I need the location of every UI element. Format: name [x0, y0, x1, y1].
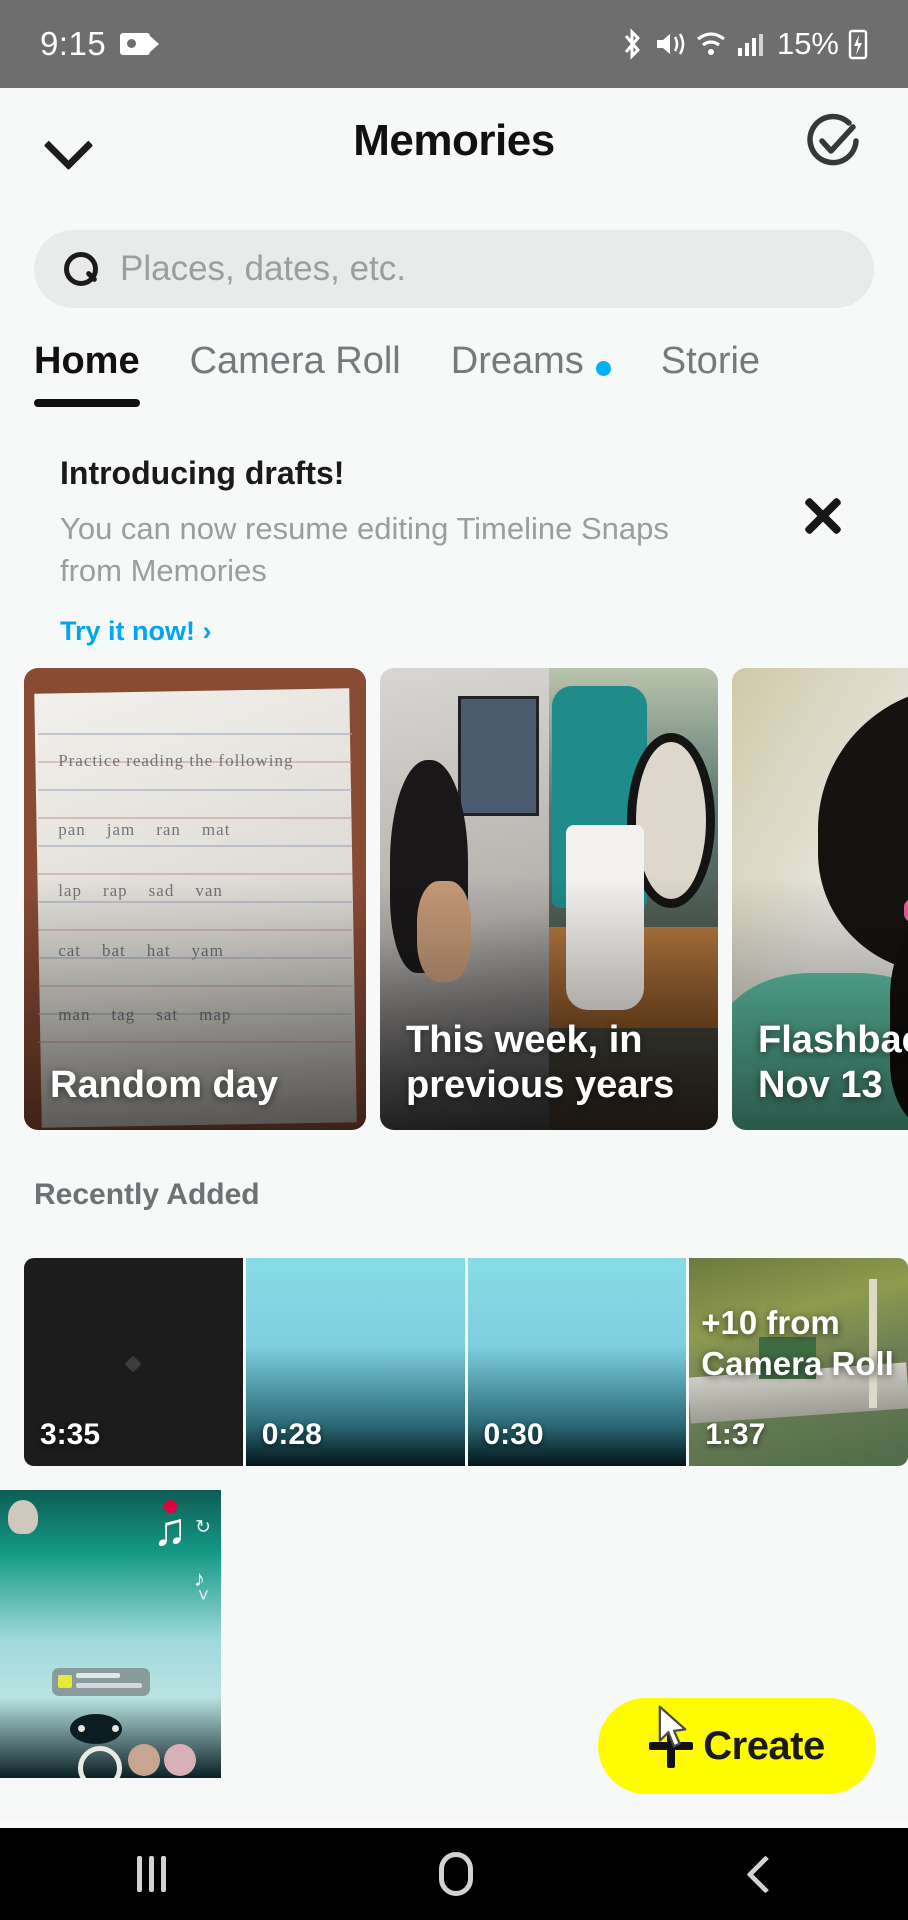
- tab-home[interactable]: Home: [34, 340, 140, 407]
- thumbnail-duration: 0:28: [261, 1418, 322, 1451]
- thumbnail-more-label: +10 from Camera Roll: [701, 1304, 894, 1383]
- status-bar: 9:15 15%: [0, 0, 908, 88]
- recently-added-heading: Recently Added: [34, 1178, 260, 1211]
- highlight-card[interactable]: This week, in previous years: [380, 668, 718, 1130]
- thumbnail-item[interactable]: 0:28: [245, 1258, 465, 1466]
- nav-divider: [0, 1820, 908, 1828]
- recently-added-row: 3:35 0:28 0:30 +10 from Camera Roll 1:37: [24, 1258, 908, 1466]
- thumbnail-duration: 0:30: [483, 1418, 544, 1451]
- eye-shape: [78, 1725, 85, 1732]
- thumbnail-duration: 1:37: [705, 1418, 766, 1451]
- volume-mute-icon: [656, 33, 685, 55]
- search-input[interactable]: Places, dates, etc.: [34, 230, 874, 308]
- create-button-label: Create: [703, 1723, 825, 1768]
- avatar: [8, 1500, 38, 1534]
- search-placeholder: Places, dates, etc.: [120, 249, 406, 288]
- search-icon: [64, 252, 98, 286]
- tab-stories[interactable]: Storie: [661, 340, 760, 407]
- audio-info-chip: [52, 1668, 150, 1696]
- close-icon[interactable]: [794, 487, 850, 543]
- bokeh-shape: [128, 1744, 160, 1776]
- music-notes-icon: ♫: [152, 1503, 188, 1555]
- tab-dreams-label: Dreams: [450, 340, 584, 382]
- video-camera-icon: [120, 33, 160, 55]
- mouse-cursor-icon: [658, 1705, 687, 1748]
- app-screen: 9:15 15% Memories Places, dates, etc. Ho…: [0, 0, 908, 1920]
- status-bar-left: 9:15: [40, 25, 160, 63]
- tab-home-label: Home: [34, 340, 140, 382]
- back-chevron-icon[interactable]: [746, 1861, 772, 1887]
- chevron-down-icon: ˅: [197, 1586, 209, 1607]
- page-title: Memories: [353, 116, 555, 165]
- equalizer-icon: [58, 1675, 72, 1688]
- thumbnail-duration: 3:35: [40, 1418, 101, 1451]
- battery-percent: 15%: [776, 26, 839, 61]
- banner-description: You can now resume editing Timeline Snap…: [60, 511, 669, 588]
- card-gradient-overlay: [24, 668, 366, 1130]
- create-button[interactable]: Create: [598, 1698, 876, 1794]
- highlight-card-label: Flashbac Nov 13: [758, 1018, 908, 1108]
- banner-title: Introducing drafts!: [60, 455, 345, 491]
- banner-cta-label: Try it now!: [60, 615, 195, 646]
- thumbnail-item-more[interactable]: +10 from Camera Roll 1:37: [689, 1258, 908, 1466]
- highlight-card-label-line1: Flashbac: [758, 1019, 908, 1062]
- app-header: Memories: [0, 88, 908, 194]
- clock: 9:15: [40, 25, 107, 62]
- cellular-signal-icon: [737, 34, 763, 56]
- highlight-card-label: This week, in previous years: [406, 1019, 675, 1107]
- search-container: Places, dates, etc.: [34, 230, 874, 308]
- bokeh-shape: [164, 1744, 196, 1776]
- thumbnail-item[interactable]: 3:35: [24, 1258, 243, 1466]
- highlight-card[interactable]: Flashbac Nov 13: [732, 668, 908, 1130]
- chevron-right-icon: ›: [202, 615, 212, 646]
- highlight-card-label-line2: Nov 13: [758, 1064, 883, 1107]
- eye-shape: [112, 1725, 119, 1732]
- tab-dreams-notification-dot: [595, 361, 611, 377]
- snap-preview-tile[interactable]: ♫ ♪ ↻ ˅: [0, 1490, 221, 1778]
- banner-cta-link[interactable]: Try it now! ›: [60, 616, 212, 647]
- drafts-banner: Introducing drafts! You can now resume e…: [0, 455, 908, 647]
- tab-camera-roll[interactable]: Camera Roll: [190, 340, 401, 407]
- highlight-card[interactable]: Practice reading the following pan jam r…: [24, 668, 366, 1130]
- tab-stories-label: Storie: [660, 340, 761, 382]
- highlight-card-label: Random day: [50, 1064, 279, 1107]
- bluetooth-icon: [624, 28, 640, 60]
- wifi-icon: [696, 32, 725, 55]
- recents-icon[interactable]: [136, 1856, 166, 1892]
- ring-shape: [78, 1746, 122, 1778]
- home-icon[interactable]: [438, 1852, 473, 1896]
- status-bar-right: 15%: [619, 26, 868, 62]
- system-nav-bar: [0, 1828, 908, 1920]
- circle-check-icon[interactable]: [802, 110, 864, 172]
- battery-charging-icon: [848, 29, 868, 60]
- tab-bar: Home Camera Roll Dreams Storie: [0, 330, 908, 428]
- tab-camera-roll-label: Camera Roll: [189, 340, 401, 382]
- thumbnail-item[interactable]: 0:30: [467, 1258, 687, 1466]
- highlight-card-row[interactable]: Practice reading the following pan jam r…: [24, 668, 908, 1130]
- tab-dreams[interactable]: Dreams: [451, 340, 611, 407]
- loop-icon: ↻: [195, 1517, 211, 1538]
